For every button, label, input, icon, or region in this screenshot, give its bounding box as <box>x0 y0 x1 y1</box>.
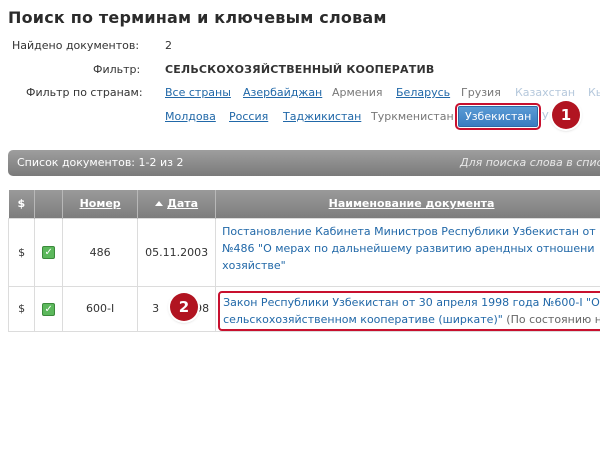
header-name-sort[interactable]: Наименование документа <box>215 190 600 218</box>
found-label: Найдено документов: <box>12 39 140 52</box>
row-title-status-note: (По состоянию н <box>506 312 600 326</box>
row-date-left: 3 <box>152 301 160 315</box>
header-date-label[interactable]: Дата <box>167 197 198 210</box>
row-number: 600-I <box>62 285 139 332</box>
header-number-sort[interactable]: Номер <box>62 190 139 218</box>
row-date: 05.11.2003 <box>137 217 217 287</box>
paid-dollar-icon: $ <box>18 302 26 315</box>
document-list-count: Список документов: 1-2 из 2 <box>17 156 184 169</box>
header-check <box>34 190 64 218</box>
country-ukraine-link[interactable]: У <box>542 110 549 123</box>
annotation-marker-1: 1 <box>552 101 580 129</box>
paid-dollar-icon: $ <box>18 245 26 259</box>
country-armenia: Армения <box>332 86 383 99</box>
document-list-bar: Список документов: 1-2 из 2 Для поиска с… <box>8 150 600 176</box>
row-title-line-wrap[interactable]: сельскохозяйственном кооперативе (ширкат… <box>223 311 600 328</box>
row-title-line[interactable]: №486 "О мерах по дальнейшему развитию ар… <box>222 240 600 257</box>
annotation-marker-2: 2 <box>170 293 198 321</box>
row-title-link[interactable]: Закон Республики Узбекистан от 30 апреля… <box>215 285 600 332</box>
checkmark-icon: ✓ <box>42 302 56 316</box>
filter-label: Фильтр: <box>93 63 141 76</box>
row-check-cell: ✓ <box>34 217 64 287</box>
table-header-row: $ Номер Дата Наименование документа <box>8 190 600 218</box>
row-title-link[interactable]: Постановление Кабинета Министров Республ… <box>215 217 600 287</box>
header-dollar: $ <box>8 190 36 218</box>
row-title-line[interactable]: сельскохозяйственном кооперативе (ширкат… <box>223 313 503 326</box>
found-count: 2 <box>165 39 172 52</box>
country-belarus-link[interactable]: Беларусь <box>396 86 450 99</box>
country-tajikistan-link[interactable]: Таджикистан <box>283 110 361 123</box>
row-dollar-cell: $ <box>7 217 36 287</box>
table-row: $ ✓ 600-I 3 998 Закон Республики Узбекис… <box>7 285 600 332</box>
highlighted-title-box[interactable]: Закон Республики Узбекистан от 30 апреля… <box>218 290 600 331</box>
country-kyrgyzstan-link[interactable]: Кы <box>588 86 600 99</box>
row-title-line[interactable]: Постановление Кабинета Министров Республ… <box>222 223 600 240</box>
row-number: 486 <box>62 217 139 287</box>
checkmark-icon: ✓ <box>42 246 56 259</box>
search-in-list-hint: Для поиска слова в списке <box>460 156 600 169</box>
country-turkmenistan: Туркменистан <box>371 110 454 123</box>
sort-ascending-icon <box>155 201 164 207</box>
row-title-line[interactable]: Закон Республики Узбекистан от 30 апреля… <box>223 294 600 311</box>
page-title: Поиск по терминам и ключевым словам <box>8 8 387 27</box>
header-number-label[interactable]: Номер <box>80 197 121 210</box>
country-uzbekistan-selected[interactable]: Узбекистан <box>454 103 542 130</box>
table-row: $ ✓ 486 05.11.2003 Постановление Кабинет… <box>7 217 600 287</box>
country-azerbaijan-link[interactable]: Азербайджан <box>243 86 322 99</box>
country-russia-link[interactable]: Россия <box>229 110 268 123</box>
row-check-cell: ✓ <box>34 285 64 332</box>
filter-value: СЕЛЬСКОХОЗЯЙСТВЕННЫЙ КООПЕРАТИВ <box>165 63 435 76</box>
documents-table: $ Номер Дата Наименование документа $ ✓ … <box>7 190 600 332</box>
row-title-line[interactable]: хозяйстве" <box>222 257 600 274</box>
country-georgia: Грузия <box>461 86 501 99</box>
countries-filter-label: Фильтр по странам: <box>26 86 143 99</box>
header-name-label[interactable]: Наименование документа <box>329 197 495 210</box>
country-kazakhstan-link[interactable]: Казахстан <box>515 86 575 99</box>
country-all-link[interactable]: Все страны <box>165 86 231 99</box>
header-date-sort[interactable]: Дата <box>137 190 217 218</box>
country-moldova-link[interactable]: Молдова <box>165 110 216 123</box>
row-dollar-cell: $ <box>7 285 36 332</box>
